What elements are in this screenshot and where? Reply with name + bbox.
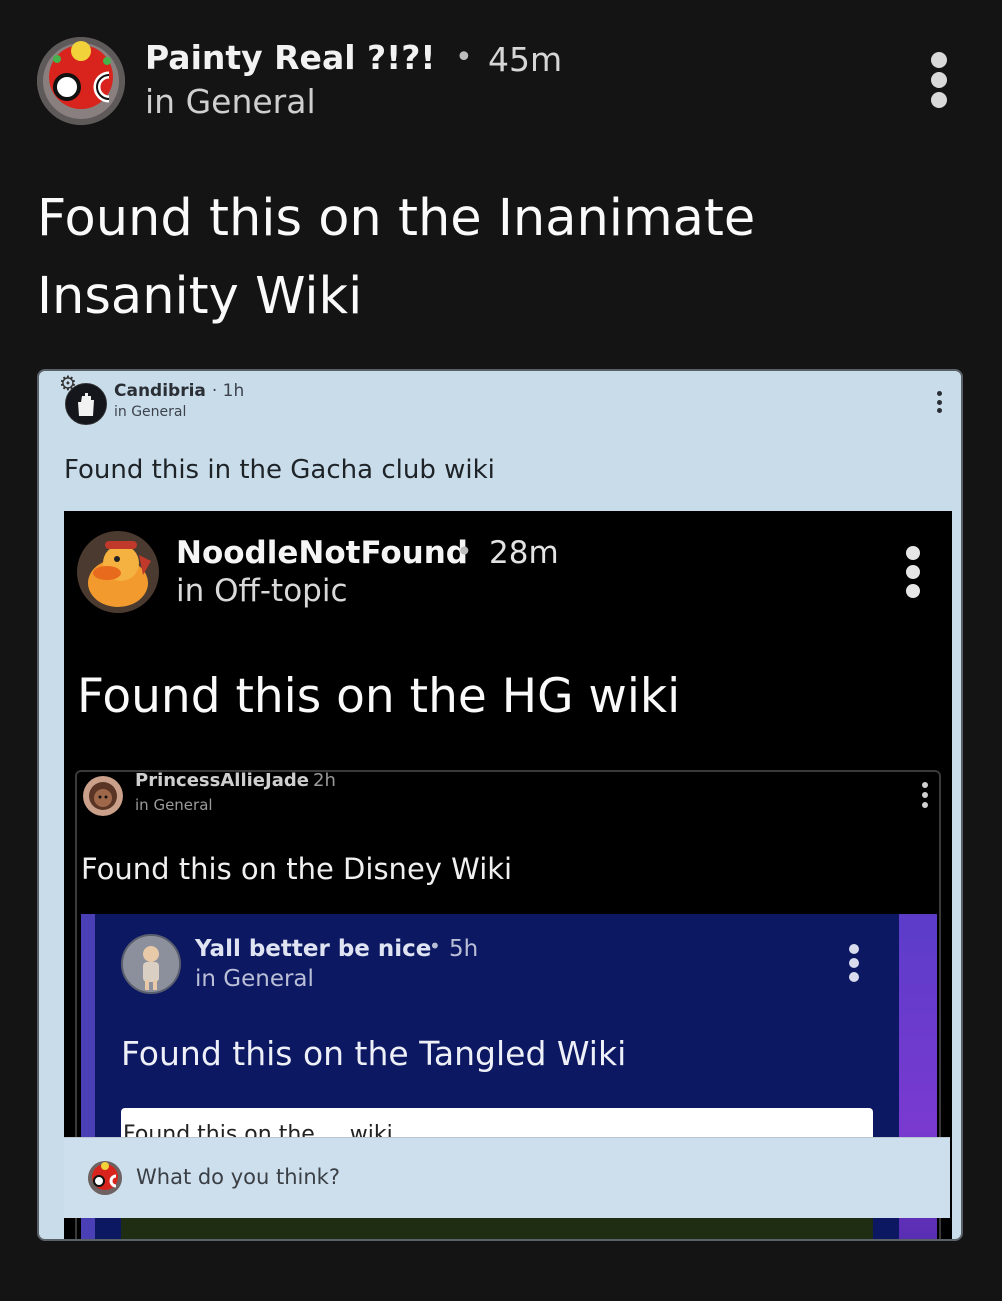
user-avatar [88,1161,122,1195]
nested-time: 28m [489,535,559,571]
nested-title: Found this on the HG wiki [77,669,681,724]
doll-avatar-icon [123,936,179,992]
dot [849,972,859,982]
nested-title: Found this on the Disney Wiki [81,852,513,886]
more-options-icon [906,546,920,598]
dot [936,399,942,405]
dot [922,792,928,798]
dot [931,52,947,68]
nested-author-name: Candibria · 1h [114,381,244,401]
dot [936,408,942,413]
dot [936,391,942,396]
nested-author-name: Yall better be nice [195,936,432,962]
duck-avatar-icon [77,531,159,613]
dot [849,958,859,968]
nested-author-text: Candibria [114,381,206,401]
post-time: 45m [488,40,563,79]
nested-author-name: PrincessAllieJade [135,770,309,791]
nested-author-name: NoodleNotFound [176,535,468,571]
nested-avatar [65,383,107,425]
meta-separator: • [429,934,441,958]
nested-category: in General [135,796,213,814]
post-image[interactable]: ⚙ Candibria · 1h in General Found this i… [37,369,963,1241]
oc-avatar-icon [37,37,125,125]
nested-title: Found this on the Tangled Wiki [121,1034,627,1073]
more-options-icon [849,944,859,982]
post-title: Found this on the Inanimate Insanity Wik… [37,189,756,326]
meta-separator: • [455,40,473,75]
dot [906,584,920,598]
dot [931,72,947,88]
dot [922,782,928,788]
dot [906,565,920,579]
nested-category: in General [114,404,187,420]
meta-separator: • [456,535,473,568]
duck-avatar [77,531,159,613]
nested-time: 2h [313,770,336,791]
more-options-icon [922,782,928,808]
nested-image-content [121,1216,873,1239]
meta-separator: · [211,381,218,401]
comment-bar[interactable]: What do you think? [64,1137,950,1218]
dot [922,802,928,808]
nested-time: 1h [222,381,245,401]
nested-time: 5h [449,936,479,962]
dot [931,92,947,108]
nested-category: in Off-topic [176,573,348,609]
oc-avatar-icon [88,1161,122,1195]
nested-image: NoodleNotFound • 28m in Off-topic Found … [64,511,952,1239]
author-avatar[interactable] [37,37,125,125]
author-name[interactable]: Painty Real ?!?! [145,38,435,77]
more-options-icon[interactable] [930,52,948,108]
nested-category: in General [195,966,314,992]
doll-avatar [121,934,181,994]
nested-title: Found this in the Gacha club wiki [64,455,495,485]
girl-avatar-icon [83,776,123,816]
girl-avatar [83,776,123,816]
post-category[interactable]: in General [145,82,316,121]
hand-avatar-icon [66,384,106,424]
dot [906,546,920,560]
more-options-icon [936,391,942,413]
comment-input[interactable]: What do you think? [136,1165,340,1189]
dot [849,944,859,954]
meta-separator: · [297,770,303,791]
